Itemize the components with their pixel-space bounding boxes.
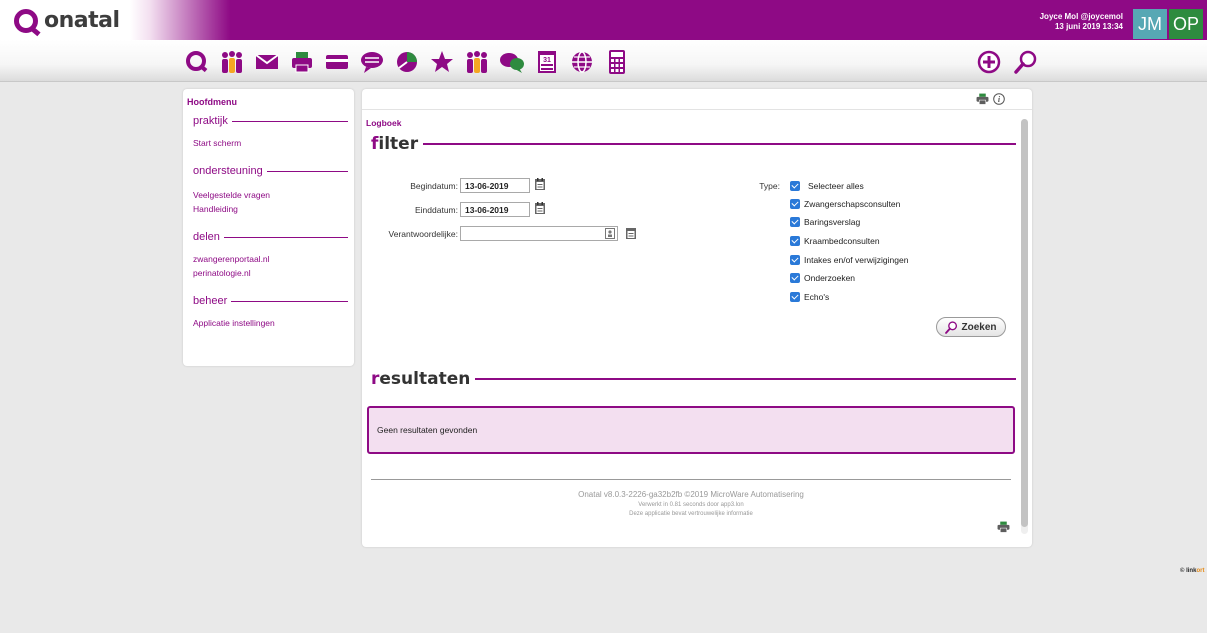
search-button[interactable]: Zoeken [936,317,1006,337]
type-checkbox-selecteer-alles[interactable]: Selecteer alles [790,181,864,191]
footer-confidential: Deze applicatie bevat vertrouwelijke inf… [629,511,753,517]
calendar-icon[interactable]: 31 [533,48,560,75]
sidebar-heading-praktijk: praktijk [193,115,348,127]
checkbox-checked[interactable] [790,181,800,191]
checkbox-checked[interactable] [790,236,800,246]
type-checkbox-kraambedconsulten[interactable]: Kraambedconsulten [790,236,880,246]
begindatum-input[interactable]: 13-06-2019 [460,178,530,193]
type-checkbox-echos[interactable]: Echo's [790,292,829,302]
breadcrumb: Logboek [366,118,402,128]
checkbox-checked[interactable] [790,292,800,302]
star-icon[interactable] [428,48,455,75]
contact-picker-icon[interactable] [605,228,615,241]
sidebar-heading-beheer: beheer [193,295,348,307]
sidebar-link-veelgestelde-vragen[interactable]: Veelgestelde vragen [193,190,270,200]
einddatum-calendar-icon[interactable] [535,202,545,214]
magnifier-icon [945,320,958,334]
type-label: Type: [759,181,780,191]
logo-q-icon [14,8,38,33]
sidebar-heading-label: delen [193,231,220,243]
results-box: Geen resultaten gevonden [367,406,1015,454]
logo-text: onatal [44,8,120,33]
refresh-icon[interactable] [183,48,210,75]
type-checkbox-baringsverslag[interactable]: Baringsverslag [790,217,860,227]
einddatum-label: Einddatum: [415,205,458,215]
type-checkbox-onderzoeken[interactable]: Onderzoeken [790,273,855,283]
printer-icon[interactable] [288,48,315,75]
search-button-label: Zoeken [961,321,997,333]
sidebar-heading-ondersteuning: ondersteuning [193,165,348,177]
linkorb-badge[interactable]: © linkort [1180,568,1204,574]
sidebar-link-zwangerenportaal[interactable]: zwangerenportaal.nl [193,254,270,264]
verantwoordelijke-input[interactable] [460,226,618,241]
top-bar: onatal Joyce Mol @joycemol 13 juni 2019 … [0,0,1207,40]
sidebar-menu: Hoofdmenu praktijk Start scherm onderste… [183,89,354,366]
user-avatar-op[interactable]: OP [1169,9,1203,39]
begindatum-calendar-icon[interactable] [535,178,545,190]
sidebar-link-perinatologie[interactable]: perinatologie.nl [193,268,251,278]
mail-icon[interactable] [253,48,280,75]
footer-print-icon[interactable] [997,521,1010,535]
speech-bubble-icon[interactable] [358,48,385,75]
user-name: Joyce Mol @joycemol [1039,12,1123,21]
footer-version: Onatal v8.0.3-2226-ga32b2fb ©2019 MicroW… [578,490,804,499]
type-checkbox-intakes[interactable]: Intakes en/of verwijzigingen [790,255,908,265]
sidebar-heading-delen: delen [193,231,348,243]
chat-icon[interactable] [498,48,525,75]
globe-icon[interactable] [568,48,595,75]
sidebar-heading-label: ondersteuning [193,165,263,177]
verantwoordelijke-list-icon[interactable] [626,227,636,241]
info-icon[interactable]: i [993,93,1005,107]
sidebar-link-handleiding[interactable]: Handleiding [193,204,238,214]
checkbox-checked[interactable] [790,273,800,283]
onatal-logo[interactable]: onatal [14,8,120,33]
user-avatar-jm[interactable]: JM [1133,9,1167,39]
main-panel: i Logboek f ilter Begindatum: 13-06-2019 … [362,89,1032,547]
begindatum-label: Begindatum: [410,181,458,191]
sidebar-heading-label: praktijk [193,115,228,127]
scrollbar-thumb[interactable] [1021,119,1028,527]
sidebar-link-start-scherm[interactable]: Start scherm [193,138,241,148]
no-results-message: Geen resultaten gevonden [377,425,478,435]
current-datetime: 13 juni 2019 13:34 [1054,22,1123,31]
checkbox-checked[interactable] [790,217,800,227]
group-icon[interactable] [463,48,490,75]
scrollbar[interactable] [1021,119,1028,534]
sidebar-heading-label: beheer [193,295,228,307]
verantwoordelijke-label: Verantwoordelijke: [388,229,458,239]
checkbox-checked[interactable] [790,255,800,265]
user-info: Joyce Mol @joycemol 13 juni 2019 13:34 [1040,12,1123,32]
calculator-icon[interactable] [603,48,630,75]
einddatum-input[interactable]: 13-06-2019 [460,202,530,217]
results-section-title: r esultaten [371,369,1016,389]
sidebar-title: Hoofdmenu [187,97,237,107]
footer-processed: Verwerkt in 0.81 seconds door app3.lon [638,502,744,508]
search-icon[interactable] [1012,48,1039,75]
people-icon[interactable] [218,48,245,75]
svg-text:31: 31 [543,57,551,64]
add-icon[interactable] [975,48,1002,75]
checkbox-checked[interactable] [790,199,800,209]
sidebar-link-applicatie-instellingen[interactable]: Applicatie instellingen [193,318,275,328]
print-icon[interactable] [976,93,989,107]
filter-section-title: f ilter [371,134,1016,154]
icon-toolbar: 31 [0,40,1207,82]
pie-chart-icon[interactable] [393,48,420,75]
card-icon[interactable] [323,48,350,75]
type-checkbox-zwangerschapsconsulten[interactable]: Zwangerschapsconsulten [790,199,900,209]
